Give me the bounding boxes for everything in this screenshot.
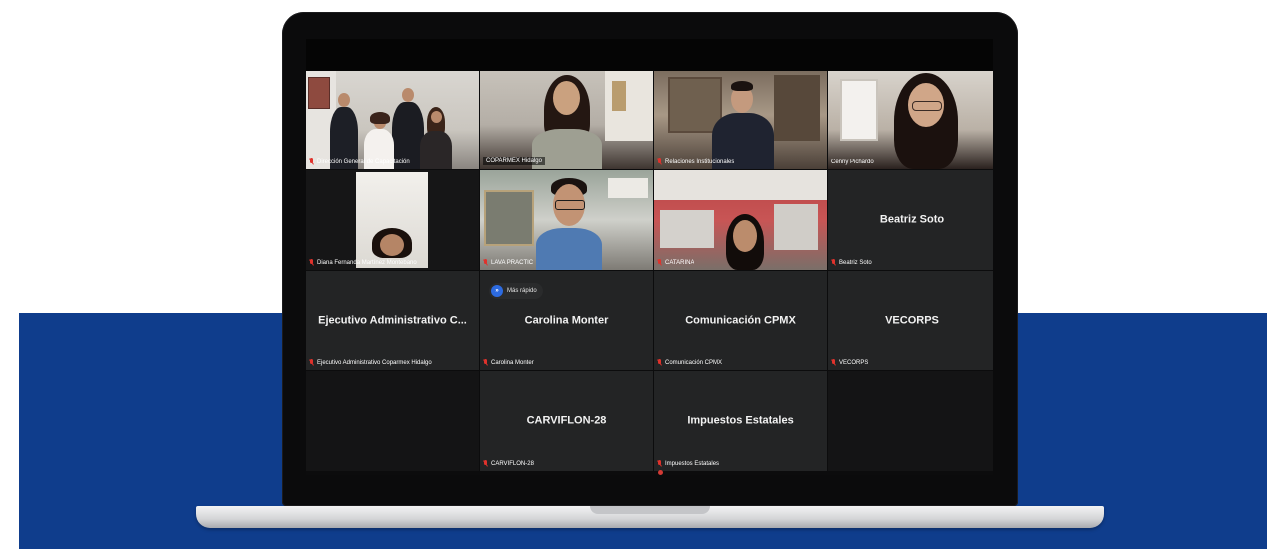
participant-name-label: COPARMEX Hidalgo <box>483 157 545 165</box>
participant-video <box>654 170 827 270</box>
mic-muted-icon <box>483 460 488 467</box>
participant-name-label: Beatriz Soto <box>831 259 872 266</box>
mic-muted-icon <box>483 359 488 366</box>
participant-tile[interactable]: CATARINA <box>654 170 827 270</box>
participant-tile[interactable]: Beatriz Soto Beatriz Soto <box>828 170 993 270</box>
mic-muted-icon <box>831 359 836 366</box>
mic-muted-icon <box>657 359 662 366</box>
participant-display-name: Comunicación CPMX <box>685 313 796 326</box>
participant-video <box>828 71 993 169</box>
participant-tile[interactable]: Comunicación CPMX Comunicación CPMX <box>654 271 827 370</box>
participant-name-label: Impuestos Estatales <box>657 460 719 467</box>
participant-display-name: Beatriz Soto <box>879 213 945 226</box>
mic-muted-icon <box>831 259 836 266</box>
participant-video <box>480 71 653 169</box>
participant-display-name: Ejecutivo Administrativo C... <box>318 313 467 326</box>
playback-speed-chip[interactable]: » Más rápido <box>489 283 543 299</box>
participant-video <box>306 71 479 169</box>
participant-name-label: Diana Fernanda Martínez Montebano <box>309 259 417 266</box>
empty-tile <box>306 371 479 471</box>
participant-tile[interactable]: VECORPS VECORPS <box>828 271 993 370</box>
empty-tile <box>828 371 993 471</box>
participant-video <box>480 170 653 270</box>
participant-display-name: Carolina Monter <box>524 313 609 326</box>
participant-tile[interactable]: Impuestos Estatales Impuestos Estatales <box>654 371 827 471</box>
video-call-screen: Dirección General de Capacitación COPARM… <box>306 39 993 475</box>
participant-tile[interactable]: Diana Fernanda Martínez Montebano <box>306 170 479 270</box>
gallery-view-grid: Dirección General de Capacitación COPARM… <box>306 71 993 475</box>
participant-name-label: Relaciones Institucionales <box>657 158 734 165</box>
participant-name-label: Cenny Pichardo <box>831 159 874 165</box>
participant-tile[interactable]: CARVIFLON-28 CARVIFLON-28 <box>480 371 653 471</box>
meeting-top-bar <box>306 39 993 71</box>
mic-muted-icon <box>483 259 488 266</box>
participant-name-label: VECORPS <box>831 359 868 366</box>
participant-tile-active-speaker[interactable]: COPARMEX Hidalgo <box>480 71 653 169</box>
participant-name-label: LAVA PRACTIC <box>483 259 533 266</box>
participant-video <box>306 170 479 270</box>
participant-tile[interactable]: Relaciones Institucionales <box>654 71 827 169</box>
participant-display-name: CARVIFLON-28 <box>526 414 607 427</box>
participant-display-name: VECORPS <box>885 313 939 326</box>
participant-tile[interactable]: Dirección General de Capacitación <box>306 71 479 169</box>
mic-muted-icon <box>657 460 662 467</box>
participant-tile[interactable]: LAVA PRACTIC <box>480 170 653 270</box>
participant-tile[interactable]: Ejecutivo Administrativo C... Ejecutivo … <box>306 271 479 370</box>
laptop-notch <box>590 506 710 514</box>
participant-name-label: Dirección General de Capacitación <box>309 158 410 165</box>
fast-forward-icon: » <box>491 285 503 297</box>
participant-tile[interactable]: » Más rápido Carolina Monter Carolina Mo… <box>480 271 653 370</box>
mic-muted-icon <box>309 158 314 165</box>
participant-tile[interactable]: Cenny Pichardo <box>828 71 993 169</box>
participant-name-label: Ejecutivo Administrativo Coparmex Hidalg… <box>309 359 432 366</box>
mic-muted-icon <box>309 259 314 266</box>
mic-muted-icon <box>657 259 662 266</box>
participant-name-label: CATARINA <box>657 259 694 266</box>
recording-indicator-icon <box>658 470 663 475</box>
participant-video <box>654 71 827 169</box>
participant-name-label: Comunicación CPMX <box>657 359 722 366</box>
participant-name-label: CARVIFLON-28 <box>483 460 534 467</box>
participant-name-label: Carolina Monter <box>483 359 534 366</box>
participant-display-name: Impuestos Estatales <box>687 414 794 427</box>
mic-muted-icon <box>657 158 662 165</box>
mic-muted-icon <box>309 359 314 366</box>
